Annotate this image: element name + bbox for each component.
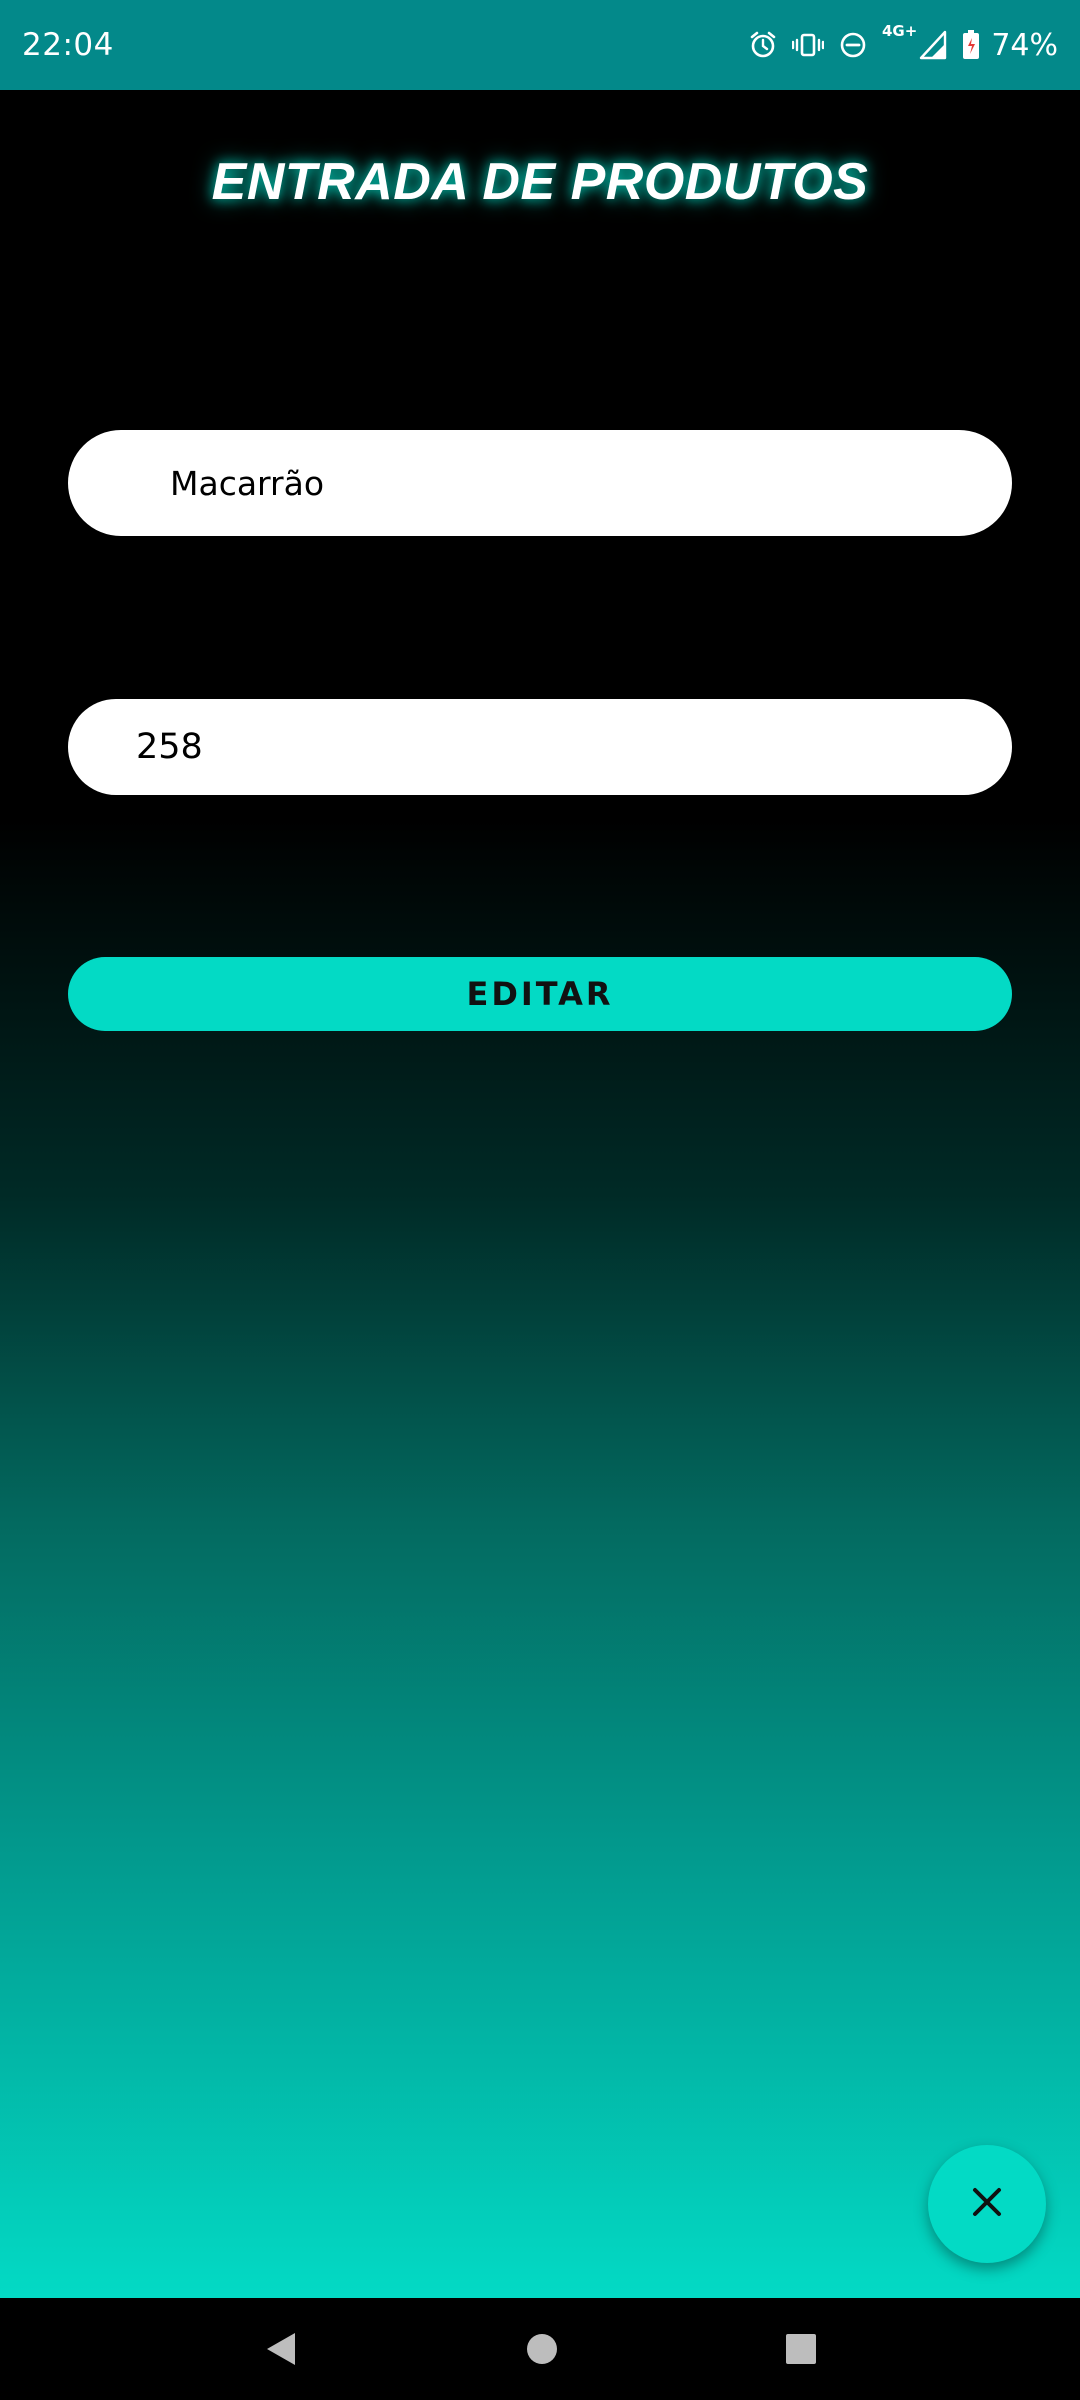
quantity-value: 258 (136, 727, 203, 767)
quantity-field[interactable]: 258 (68, 699, 1012, 795)
close-fab[interactable] (928, 2145, 1046, 2263)
back-icon[interactable] (261, 2329, 301, 2369)
signal-icon (919, 30, 947, 60)
alarm-icon (748, 30, 778, 60)
vibrate-icon (791, 30, 824, 60)
home-icon[interactable] (524, 2331, 560, 2367)
close-icon (967, 2182, 1007, 2227)
do-not-disturb-icon (838, 30, 868, 60)
edit-button[interactable]: EDITAR (68, 957, 1012, 1031)
status-bar: 22:04 4G+ 74% (0, 0, 1080, 90)
navigation-bar (0, 2298, 1080, 2400)
recents-icon[interactable] (783, 2331, 819, 2367)
status-icons: 4G+ 74% (748, 22, 1058, 63)
product-name-field[interactable]: Macarrão (68, 430, 1012, 536)
page-title: ENTRADA DE PRODUTOS (211, 153, 869, 211)
app-screen: ENTRADA DE PRODUTOS Macarrão 258 EDITAR (0, 90, 1080, 2298)
edit-button-label: EDITAR (466, 975, 614, 1013)
battery-icon (961, 29, 981, 61)
status-time: 22:04 (22, 27, 114, 63)
product-name-value: Macarrão (170, 463, 325, 503)
battery-percent: 74% (991, 27, 1058, 63)
network-label: 4G+ (881, 22, 918, 40)
